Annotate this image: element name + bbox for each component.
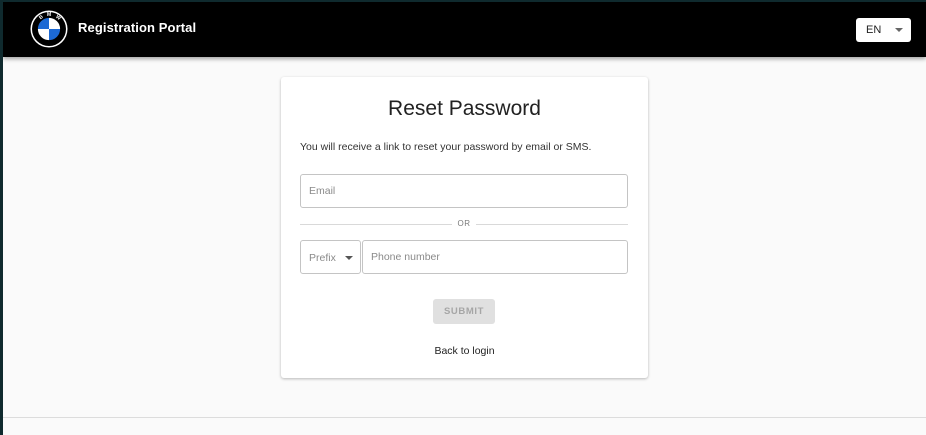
instructions-text: You will receive a link to reset your pa… [300,141,592,153]
svg-text:M: M [47,12,51,18]
or-divider: OR [300,218,628,230]
divider-line-right [476,224,628,225]
footer-divider [3,417,926,418]
page-title: Reset Password [388,97,541,120]
caret-down-icon [345,256,353,260]
page: B M W Registration Portal EN Reset Passw… [3,2,926,435]
app-title: Registration Portal [78,20,197,35]
reset-password-card: Reset Password You will receive a link t… [281,77,648,378]
app-header: B M W Registration Portal EN [3,2,926,57]
prefix-select[interactable]: Prefix [300,240,361,274]
phone-number-field[interactable] [362,240,628,274]
caret-down-icon [895,28,903,32]
email-field[interactable] [300,174,628,208]
submit-button[interactable]: SUBMIT [433,299,495,324]
language-select[interactable]: EN [856,18,911,42]
back-to-login-link[interactable]: Back to login [281,345,648,357]
bmw-logo-icon: B M W [30,10,68,48]
prefix-label: Prefix [309,252,336,264]
language-value: EN [866,24,882,36]
